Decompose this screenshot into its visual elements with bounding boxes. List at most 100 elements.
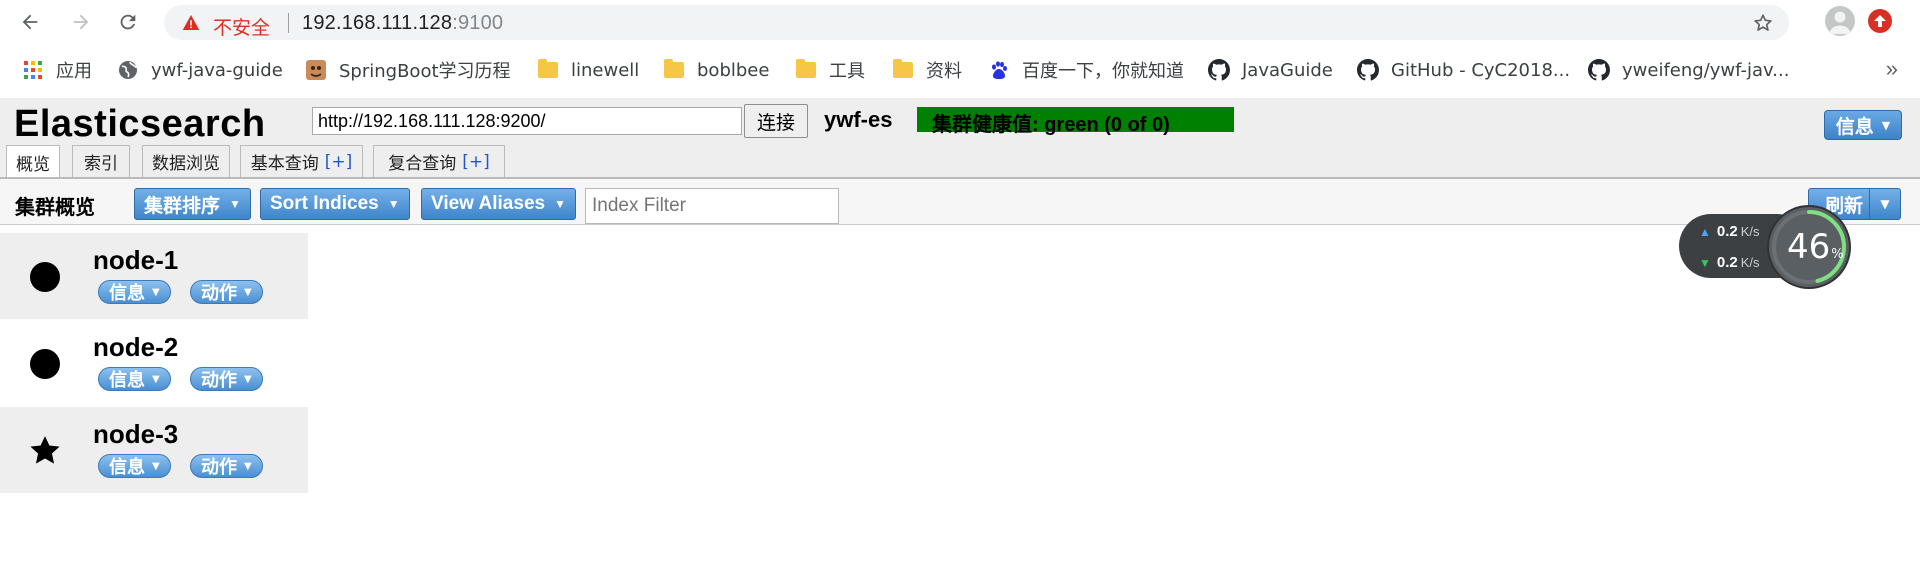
bookmark-apps[interactable]: 应用 [22, 50, 92, 90]
caret-down-icon: ▼ [152, 373, 160, 385]
node-action-button[interactable]: 动作 ▼ [190, 367, 263, 391]
node-info-label: 信息 [109, 370, 145, 391]
bookmark-label: yweifeng/ywf-jav... [1622, 59, 1790, 81]
caret-down-icon: ▼ [387, 197, 400, 211]
bookmark-label: ywf-java-guide [151, 59, 283, 81]
bookmark-label: linewell [571, 59, 640, 81]
github-icon [1357, 59, 1379, 81]
baidu-paw-icon [988, 59, 1010, 81]
bookmark-label: 资料 [926, 61, 962, 82]
tab-label: 概览 [16, 154, 50, 175]
sort-indices-label: Sort Indices [270, 193, 379, 214]
bookmark-baidu[interactable]: 百度一下，你就知道 [988, 50, 1184, 90]
node-info-button[interactable]: 信息 ▼ [98, 454, 171, 478]
back-button[interactable] [14, 6, 46, 38]
bookmark-label: boblbee [697, 59, 770, 81]
caret-down-icon: ▼ [244, 460, 252, 472]
tab-browser[interactable]: 数据浏览 [142, 145, 230, 177]
site-favicon-icon [305, 59, 327, 81]
reload-icon [120, 14, 136, 30]
folder-icon [537, 59, 559, 81]
node-info-button[interactable]: 信息 ▼ [98, 367, 171, 391]
bookmark-boblbee[interactable]: boblbee [663, 50, 769, 90]
tab-indices[interactable]: 索引 [72, 145, 130, 177]
upload-unit: K/s [1740, 224, 1760, 239]
bookmark-javaguide[interactable]: JavaGuide [1208, 50, 1333, 90]
sort-indices-button[interactable]: Sort Indices ▼ [260, 188, 410, 220]
tab-plus: [+] [462, 151, 490, 172]
bookmark-star-icon[interactable] [1752, 12, 1774, 34]
forward-button[interactable] [65, 6, 97, 38]
bookmark-tools[interactable]: 工具 [795, 50, 865, 90]
caret-down-icon: ▼ [229, 197, 241, 211]
node-info-label: 信息 [109, 457, 145, 478]
warning-triangle-icon [182, 15, 200, 30]
percent-sign: % [1831, 247, 1844, 262]
address-bar[interactable]: 不安全 192.168.111.128:9100 [164, 5, 1789, 40]
info-menu-button[interactable]: 信息 ▼ [1824, 110, 1902, 140]
reload-button[interactable] [112, 6, 144, 38]
bookmark-label: 应用 [56, 61, 92, 82]
arrow-left-icon [22, 14, 38, 30]
bookmark-linewell[interactable]: linewell [537, 50, 639, 90]
bookmarks-bar: 应用 ywf-java-guide SpringBoot学习历程 linewel… [0, 50, 1920, 90]
caret-down-icon: ▼ [152, 286, 160, 298]
node-circle-icon [28, 347, 62, 381]
node-action-button[interactable]: 动作 ▼ [190, 454, 263, 478]
bookmark-label: GitHub - CyC2018... [1391, 59, 1571, 81]
node-row: node-2 信息 ▼ 动作 ▼ [0, 320, 308, 406]
download-speed: ▼ 0.2 K/s [1699, 254, 1760, 271]
person-icon [1829, 11, 1851, 34]
tab-plus: [+] [324, 151, 353, 172]
caret-down-icon[interactable]: ▼ [1870, 197, 1900, 211]
url-text: 192.168.111.128:9100 [302, 12, 503, 35]
node-action-label: 动作 [201, 457, 237, 478]
node-info-label: 信息 [109, 283, 145, 304]
insecure-label: 不安全 [213, 17, 271, 39]
app-title: Elasticsearch [14, 103, 266, 145]
upload-speed: ▲ 0.2 K/s [1699, 223, 1760, 240]
caret-down-icon: ▼ [152, 460, 160, 472]
download-unit: K/s [1740, 255, 1760, 270]
overview-title: 集群概览 [15, 195, 95, 219]
bookmark-springboot[interactable]: SpringBoot学习历程 [305, 50, 511, 90]
node-name: node-3 [93, 419, 179, 449]
extension-button[interactable] [1868, 9, 1892, 33]
tab-overview[interactable]: 概览 [6, 145, 60, 178]
profile-avatar[interactable] [1825, 6, 1855, 36]
bookmark-ywf-java-guide[interactable]: ywf-java-guide [117, 50, 283, 90]
tab-basic-query[interactable]: 基本查询 [+] [240, 145, 363, 177]
node-row: node-1 信息 ▼ 动作 ▼ [0, 233, 308, 319]
node-row: node-3 信息 ▼ 动作 ▼ [0, 407, 308, 493]
tab-label: 索引 [84, 154, 118, 174]
bookmark-label: 工具 [829, 61, 865, 82]
bookmark-ywf-java[interactable]: yweifeng/ywf-jav... [1588, 50, 1789, 90]
download-value: 0.2 [1716, 254, 1738, 271]
memory-percent: 46% [1787, 227, 1844, 267]
node-action-button[interactable]: 动作 ▼ [190, 280, 263, 304]
connect-url-input[interactable] [312, 107, 742, 135]
tab-label: 复合查询 [388, 154, 457, 174]
bookmark-github-cyc2018[interactable]: GitHub - CyC2018... [1357, 50, 1570, 90]
folder-icon [663, 59, 685, 81]
github-icon [1208, 59, 1230, 81]
caret-down-icon: ▼ [244, 286, 252, 298]
more-bookmarks-chevron-icon[interactable]: » [1886, 56, 1898, 82]
arrow-up-icon [1874, 15, 1886, 27]
view-aliases-button[interactable]: View Aliases ▼ [421, 188, 576, 220]
tab-compound-query[interactable]: 复合查询 [+] [373, 145, 505, 177]
bookmark-label: SpringBoot学习历程 [339, 61, 511, 82]
bookmark-materials[interactable]: 资料 [892, 50, 962, 90]
node-circle-icon [28, 260, 62, 294]
node-info-button[interactable]: 信息 ▼ [98, 280, 171, 304]
bookmark-label: JavaGuide [1242, 59, 1333, 81]
tab-label: 基本查询 [250, 154, 319, 174]
github-icon [1588, 59, 1610, 81]
arrow-right-icon [73, 14, 89, 30]
upload-value: 0.2 [1716, 223, 1738, 240]
connect-button[interactable]: 连接 [744, 104, 808, 138]
sort-cluster-button[interactable]: 集群排序 ▼ [134, 188, 251, 220]
network-speed-widget[interactable]: ▲ 0.2 K/s ▼ 0.2 K/s 46% [1679, 207, 1859, 287]
caret-down-icon: ▼ [554, 197, 566, 211]
index-filter-input[interactable] [585, 188, 839, 224]
